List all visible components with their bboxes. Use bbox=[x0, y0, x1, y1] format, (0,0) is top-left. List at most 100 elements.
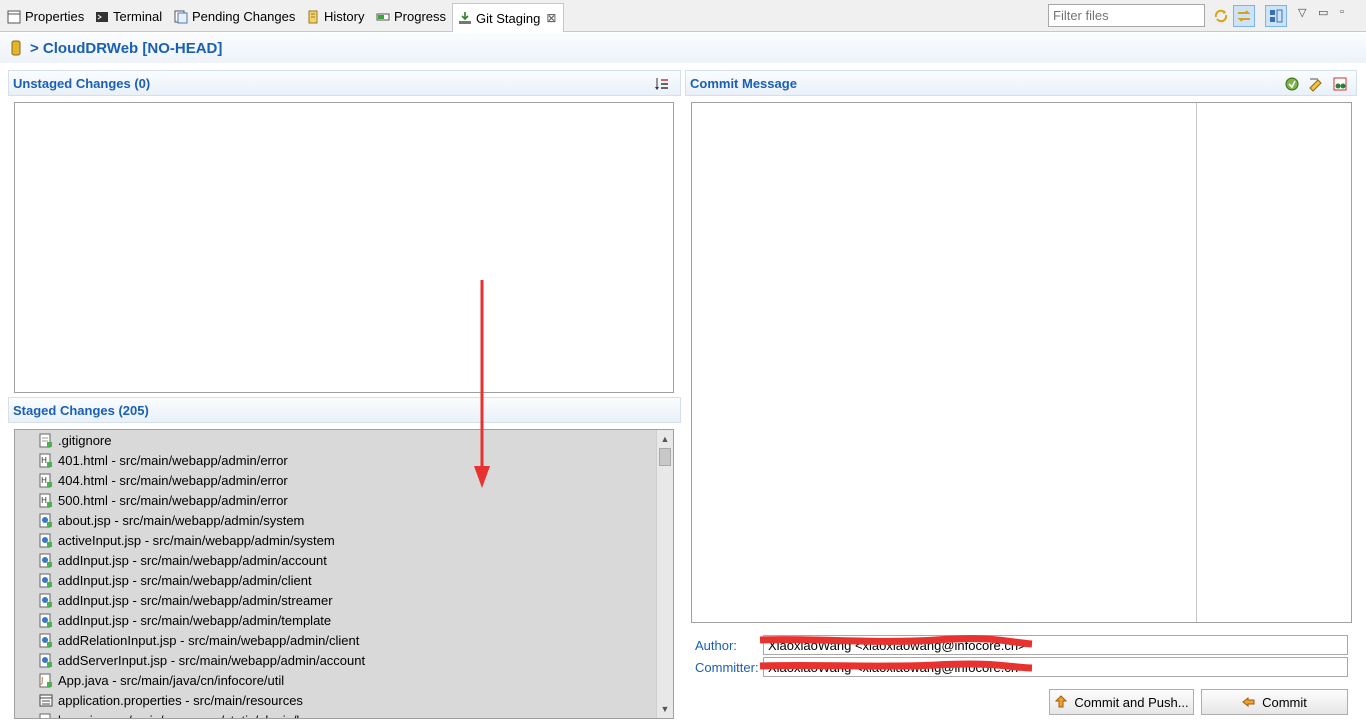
terminal-icon bbox=[96, 11, 108, 22]
staged-file-row[interactable]: H 404.html - src/main/webapp/admin/error bbox=[15, 470, 673, 490]
view-menu-icon[interactable]: ▽ bbox=[1298, 6, 1306, 19]
sort-icon[interactable] bbox=[654, 76, 670, 92]
repository-header: > CloudDRWeb [NO-HEAD] bbox=[0, 33, 1366, 63]
refresh-icon bbox=[1214, 9, 1228, 23]
unstaged-changes-header: Unstaged Changes (0) bbox=[8, 70, 681, 96]
tab-properties[interactable]: Properties bbox=[2, 3, 84, 30]
staged-file-row[interactable]: application.properties - src/main/resour… bbox=[15, 690, 673, 710]
staged-list-scrollbar[interactable]: ▲ ▼ bbox=[656, 430, 673, 718]
sign-off-icon[interactable] bbox=[1308, 76, 1324, 92]
tab-history[interactable]: History bbox=[301, 3, 364, 30]
staged-file-name: App.java - src/main/java/cn/infocore/uti… bbox=[58, 672, 285, 688]
unstaged-files-list[interactable] bbox=[14, 102, 674, 393]
committer-label: Committer: bbox=[695, 660, 759, 675]
staged-file-row[interactable]: about.jsp - src/main/webapp/admin/system bbox=[15, 510, 673, 530]
commit-message-textarea[interactable] bbox=[691, 102, 1352, 623]
layout-icon bbox=[1270, 9, 1283, 23]
java-file-icon: J bbox=[39, 673, 52, 687]
jsp-file-icon bbox=[39, 613, 52, 627]
minimize-icon[interactable]: ▭ bbox=[1318, 6, 1328, 19]
scroll-thumb[interactable] bbox=[659, 448, 671, 466]
maximize-icon[interactable]: ▫ bbox=[1340, 6, 1344, 18]
link-selection-icon bbox=[1237, 10, 1251, 22]
commit-message-margin-line bbox=[1196, 103, 1197, 622]
staged-file-name: 500.html - src/main/webapp/admin/error bbox=[58, 492, 288, 508]
tab-label: Terminal bbox=[113, 9, 163, 24]
jsp-file-icon bbox=[39, 653, 52, 667]
filter-files-input[interactable] bbox=[1048, 4, 1205, 27]
staged-file-name: application.properties - src/main/resour… bbox=[58, 692, 303, 708]
staged-file-name: about.jsp - src/main/webapp/admin/system bbox=[58, 512, 305, 528]
staged-changes-title: Staged Changes (205) bbox=[13, 402, 149, 418]
commit-message-title: Commit Message bbox=[690, 75, 797, 91]
staged-file-row[interactable]: H 401.html - src/main/webapp/admin/error bbox=[15, 450, 673, 470]
staged-files-list[interactable]: .gitignore H 401.html - src/main/webapp/ad… bbox=[14, 429, 674, 719]
commit-label: Commit bbox=[1262, 694, 1307, 710]
repository-title: > CloudDRWeb [NO-HEAD] bbox=[30, 39, 223, 57]
staged-file-row[interactable]: JS base.js - src/main/resources/static/pl… bbox=[15, 710, 673, 720]
svg-text:J: J bbox=[40, 676, 43, 685]
html-file-icon: H bbox=[39, 453, 52, 467]
html-file-icon: H bbox=[39, 493, 52, 507]
author-label: Author: bbox=[695, 638, 737, 653]
staged-file-name: .gitignore bbox=[58, 432, 112, 448]
tab-git-staging[interactable]: Git Staging ⊠ bbox=[452, 3, 564, 32]
commit-button[interactable]: Commit bbox=[1201, 689, 1348, 715]
refresh-button[interactable] bbox=[1210, 5, 1232, 27]
git-staging-icon bbox=[459, 12, 471, 24]
staged-file-name: addInput.jsp - src/main/webapp/admin/tem… bbox=[58, 612, 332, 628]
pending-changes-icon bbox=[174, 10, 188, 23]
text-file-icon bbox=[39, 433, 52, 447]
staged-file-row[interactable]: activeInput.jsp - src/main/webapp/admin/… bbox=[15, 530, 673, 550]
staged-file-row[interactable]: addInput.jsp - src/main/webapp/admin/cli… bbox=[15, 570, 673, 590]
layout-toggle-button[interactable] bbox=[1265, 5, 1287, 27]
staged-file-row[interactable]: .gitignore bbox=[15, 430, 673, 450]
scroll-down-icon[interactable]: ▼ bbox=[657, 701, 673, 717]
staged-file-row[interactable]: addServerInput.jsp - src/main/webapp/adm… bbox=[15, 650, 673, 670]
commit-icon bbox=[1242, 696, 1255, 708]
amend-commit-icon[interactable] bbox=[1284, 76, 1300, 92]
staged-file-row[interactable]: H 500.html - src/main/webapp/admin/error bbox=[15, 490, 673, 510]
jsp-file-icon bbox=[39, 633, 52, 647]
jsp-file-icon bbox=[39, 533, 52, 547]
svg-text:H: H bbox=[41, 456, 47, 465]
staged-file-row[interactable]: J App.java - src/main/java/cn/infocore/ut… bbox=[15, 670, 673, 690]
staged-file-row[interactable]: addInput.jsp - src/main/webapp/admin/acc… bbox=[15, 550, 673, 570]
staged-file-row[interactable]: addInput.jsp - src/main/webapp/admin/tem… bbox=[15, 610, 673, 630]
tab-terminal[interactable]: Terminal bbox=[90, 3, 162, 30]
tab-label: History bbox=[324, 9, 365, 24]
progress-icon bbox=[376, 13, 390, 20]
scroll-up-icon[interactable]: ▲ bbox=[657, 431, 673, 447]
unstaged-changes-title: Unstaged Changes (0) bbox=[13, 75, 151, 91]
view-tab-bar: Properties Terminal Pending Changes Hist… bbox=[0, 0, 1366, 32]
staged-file-name: addInput.jsp - src/main/webapp/admin/cli… bbox=[58, 572, 312, 588]
staged-changes-header: Staged Changes (205) bbox=[8, 397, 681, 423]
tab-label: Pending Changes bbox=[192, 9, 296, 24]
redaction-scribble bbox=[759, 635, 1033, 648]
staged-file-name: addInput.jsp - src/main/webapp/admin/acc… bbox=[58, 552, 327, 568]
staged-file-name: addServerInput.jsp - src/main/webapp/adm… bbox=[58, 652, 366, 668]
staged-file-name: 404.html - src/main/webapp/admin/error bbox=[58, 472, 288, 488]
html-file-icon: H bbox=[39, 473, 52, 487]
tab-progress[interactable]: Progress bbox=[371, 3, 446, 30]
tab-label: Properties bbox=[25, 9, 85, 24]
link-selection-button[interactable] bbox=[1233, 5, 1255, 27]
staged-file-name: 401.html - src/main/webapp/admin/error bbox=[58, 452, 288, 468]
redaction-scribble bbox=[759, 660, 1033, 672]
push-icon bbox=[1055, 695, 1068, 708]
staged-file-row[interactable]: addRelationInput.jsp - src/main/webapp/a… bbox=[15, 630, 673, 650]
tab-pending-changes[interactable]: Pending Changes bbox=[169, 3, 295, 30]
svg-text:JS: JS bbox=[40, 717, 48, 720]
staged-file-row[interactable]: addInput.jsp - src/main/webapp/admin/str… bbox=[15, 590, 673, 610]
jsp-file-icon bbox=[39, 553, 52, 567]
change-id-icon[interactable] bbox=[1332, 76, 1348, 92]
tab-label: Git Staging bbox=[476, 10, 541, 26]
properties-file-icon bbox=[39, 694, 53, 706]
commit-and-push-button[interactable]: Commit and Push... bbox=[1049, 689, 1194, 715]
close-tab-icon[interactable]: ⊠ bbox=[546, 11, 556, 25]
commit-and-push-label: Commit and Push... bbox=[1074, 694, 1189, 710]
staged-file-name: activeInput.jsp - src/main/webapp/admin/… bbox=[58, 532, 335, 548]
repository-icon bbox=[11, 40, 21, 56]
svg-text:H: H bbox=[41, 496, 47, 505]
tab-label: Progress bbox=[394, 9, 447, 24]
